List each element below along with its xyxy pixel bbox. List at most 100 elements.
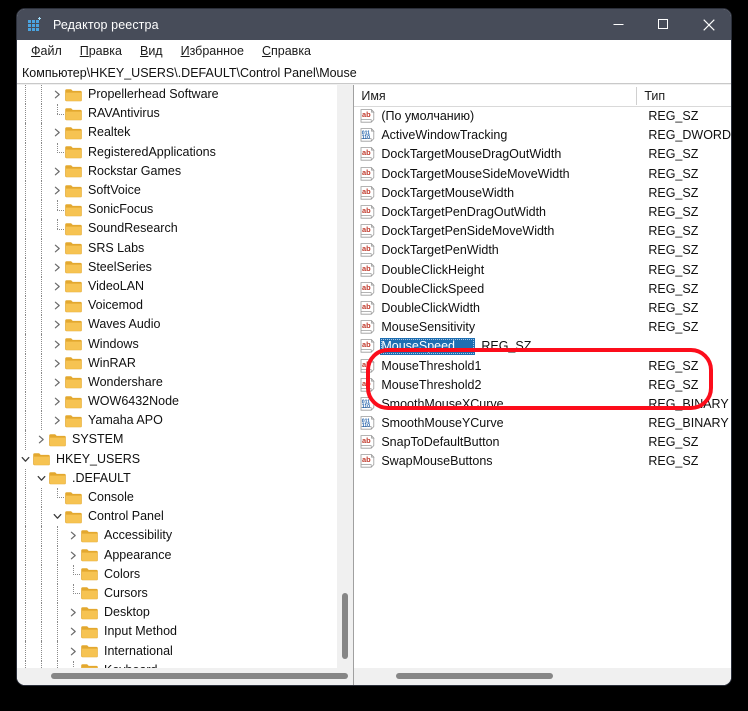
column-header-type[interactable]: Тип [637, 89, 665, 103]
tree-item-hkey-users[interactable]: HKEY_USERS [17, 450, 336, 469]
tree-item-cursors[interactable]: Cursors [17, 583, 336, 604]
tree-expand-arrow-icon[interactable] [65, 546, 81, 565]
tree-item-control-panel[interactable]: Control Panel [17, 507, 336, 527]
tree-item-registeredapplications[interactable]: RegisteredApplications [17, 142, 336, 162]
list-row[interactable]: 011 110 SmoothMouseXCurve REG_BINARY [354, 395, 731, 414]
tree-expand-arrow-icon[interactable] [65, 641, 81, 660]
tree-vertical-scroll-thumb[interactable] [342, 593, 349, 659]
list-row[interactable]: ab DoubleClickSpeed REG_SZ [354, 280, 731, 299]
list-row[interactable]: ab DoubleClickWidth REG_SZ [354, 299, 731, 318]
menu-favorites[interactable]: Избранное [172, 42, 253, 60]
tree-item-console[interactable]: Console [17, 487, 336, 508]
tree-expand-arrow-icon[interactable] [49, 239, 65, 258]
tree-collapse-arrow-icon[interactable] [33, 469, 49, 488]
tree-item-ravantivirus[interactable]: RAVAntivirus [17, 104, 336, 124]
list-row[interactable]: ab MouseThreshold1 REG_SZ [354, 356, 731, 375]
tree-expand-arrow-icon[interactable] [65, 622, 81, 641]
tree-item-sonicfocus[interactable]: SonicFocus [17, 200, 336, 220]
menu-edit[interactable]: Правка [71, 42, 131, 60]
list-row[interactable]: ab SnapToDefaultButton REG_SZ [354, 433, 731, 452]
menu-help[interactable]: Справка [253, 42, 320, 60]
tree-item-videolan[interactable]: VideoLAN [17, 276, 336, 297]
string-value-icon: ab [360, 166, 375, 182]
tree-item-system[interactable]: SYSTEM [17, 430, 336, 450]
tree-item-soundresearch[interactable]: SoundResearch [17, 219, 336, 239]
close-icon[interactable] [686, 9, 731, 40]
tree-vertical-scrollbar[interactable] [336, 85, 354, 668]
folder-icon [81, 529, 98, 543]
tree-item-rockstar-games[interactable]: Rockstar Games [17, 161, 336, 182]
tree-item-wow6432node[interactable]: WOW6432Node [17, 392, 336, 412]
list-horizontal-scroll-thumb[interactable] [396, 673, 554, 679]
tree-expand-arrow-icon[interactable] [49, 162, 65, 181]
menu-file[interactable]: Файл [22, 42, 71, 60]
tree-item-realtek[interactable]: Realtek [17, 123, 336, 143]
minimize-icon[interactable] [596, 9, 641, 40]
tree-horizontal-scrollbar[interactable] [17, 668, 354, 685]
tree-expand-arrow-icon[interactable] [65, 603, 81, 622]
tree-horizontal-scroll-thumb[interactable] [51, 673, 348, 679]
tree-expand-arrow-icon[interactable] [49, 354, 65, 373]
tree-item-wondershare[interactable]: Wondershare [17, 372, 336, 393]
tree-expand-arrow-icon[interactable] [49, 181, 65, 200]
tree-expand-arrow-icon[interactable] [49, 334, 65, 353]
tree-view[interactable]: Propellerhead Software RAVAntivirus Realte… [17, 85, 336, 668]
tree-item-international[interactable]: International [17, 641, 336, 661]
tree-expand-arrow-icon[interactable] [49, 277, 65, 296]
tree-expand-arrow-icon[interactable] [33, 430, 49, 449]
tree-item-label: HKEY_USERS [56, 451, 141, 466]
tree-item-winrar[interactable]: WinRAR [17, 353, 336, 374]
tree-item-waves-audio[interactable]: Waves Audio [17, 315, 336, 335]
tree-item-windows[interactable]: Windows [17, 334, 336, 354]
tree-expand-arrow-icon[interactable] [49, 85, 65, 104]
folder-icon [65, 260, 82, 274]
list-row[interactable]: ab DockTargetPenDragOutWidth REG_SZ [354, 203, 731, 222]
tree-item-propellerhead-software[interactable]: Propellerhead Software [17, 85, 336, 105]
binary-value-icon: 011 110 [360, 128, 375, 143]
column-header-name[interactable]: Имя [354, 86, 638, 105]
list-horizontal-scrollbar[interactable] [354, 668, 731, 685]
list-row[interactable]: ab DockTargetMouseSideMoveWidth REG_SZ [354, 165, 731, 184]
list-row[interactable]: ab (По умолчанию) REG_SZ [354, 107, 731, 126]
tree-expand-arrow-icon[interactable] [49, 392, 65, 411]
list-row[interactable]: ab MouseThreshold2 REG_SZ [354, 376, 731, 395]
list-row[interactable]: ab MouseSensitivity REG_SZ [354, 318, 731, 337]
list-row[interactable]: ab DoubleClickHeight REG_SZ [354, 261, 731, 280]
maximize-icon[interactable] [641, 9, 686, 40]
tree-item-accessibility[interactable]: Accessibility [17, 526, 336, 546]
string-value-icon: ab [360, 262, 375, 278]
tree-expand-arrow-icon[interactable] [49, 315, 65, 334]
tree-expand-arrow-icon[interactable] [49, 373, 65, 392]
tree-item-appearance[interactable]: Appearance [17, 545, 336, 565]
list-row[interactable]: 011 110 ActiveWindowTracking REG_DWORD [354, 126, 731, 145]
tree-item-yamaha-apo[interactable]: Yamaha APO [17, 411, 336, 431]
menu-view[interactable]: Вид [131, 42, 172, 60]
tree-expand-arrow-icon[interactable] [65, 526, 81, 545]
tree-collapse-arrow-icon[interactable] [49, 507, 65, 526]
list-row[interactable]: ab MouseSpeed REG_SZ [354, 337, 731, 356]
tree-item-softvoice[interactable]: SoftVoice [17, 180, 336, 201]
tree-item-steelseries[interactable]: SteelSeries [17, 257, 336, 278]
tree-item-input-method[interactable]: Input Method [17, 622, 336, 642]
tree-item-colors[interactable]: Colors [17, 564, 336, 585]
list-row[interactable]: ab DockTargetPenWidth REG_SZ [354, 241, 731, 260]
list-row[interactable]: ab DockTargetMouseWidth REG_SZ [354, 184, 731, 203]
list-row[interactable]: ab DockTargetMouseDragOutWidth REG_SZ [354, 145, 731, 164]
tree-expand-arrow-icon[interactable] [49, 123, 65, 142]
tree-item-voicemod[interactable]: Voicemod [17, 296, 336, 316]
address-bar[interactable]: Компьютер\HKEY_USERS\.DEFAULT\Control Pa… [17, 63, 731, 84]
tree-item-keyboard[interactable]: Keyboard [17, 660, 336, 668]
svg-text:ab: ab [362, 379, 371, 388]
tree-item-srs-labs[interactable]: SRS Labs [17, 238, 336, 258]
tree-item-default[interactable]: .DEFAULT [17, 468, 336, 489]
tree-expand-arrow-icon[interactable] [49, 258, 65, 277]
list-row[interactable]: ab DockTargetPenSideMoveWidth REG_SZ [354, 222, 731, 241]
list-row[interactable]: 011 110 SmoothMouseYCurve REG_BINARY [354, 414, 731, 433]
string-value-icon: ab [360, 454, 375, 469]
tree-collapse-arrow-icon[interactable] [17, 450, 33, 469]
tree-expand-arrow-icon[interactable] [49, 411, 65, 430]
values-list[interactable]: ab (По умолчанию) REG_SZ 011 110 ActiveWindow… [354, 107, 731, 472]
list-row[interactable]: ab SwapMouseButtons REG_SZ [354, 452, 731, 471]
tree-expand-arrow-icon[interactable] [49, 296, 65, 315]
tree-item-desktop[interactable]: Desktop [17, 603, 336, 623]
